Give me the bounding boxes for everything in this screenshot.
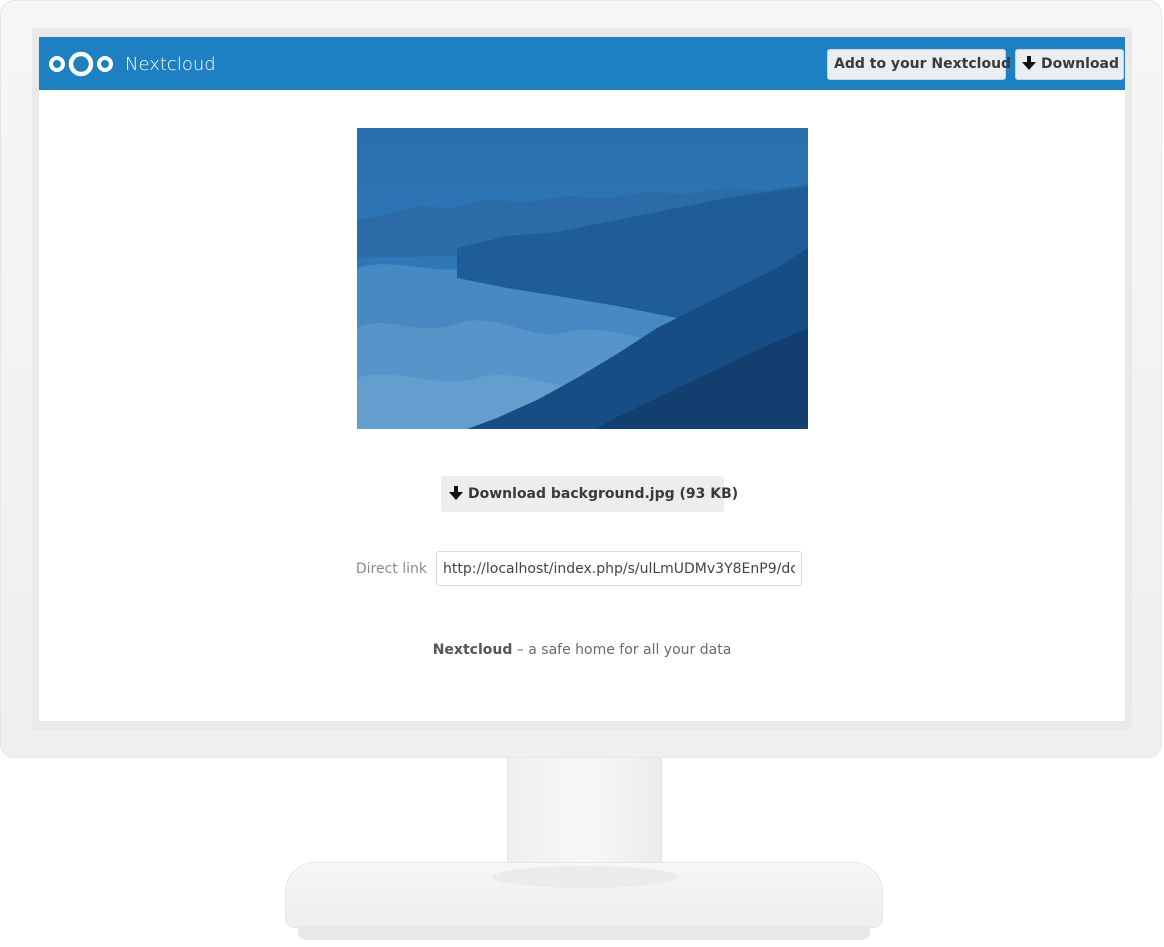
monitor-stand-joint [492, 866, 678, 888]
monitor-stand-neck [507, 758, 662, 876]
app-header: Nextcloud Add to your Nextcloud Download [39, 37, 1125, 90]
download-arrow-icon [1022, 56, 1036, 70]
footer-brand: Nextcloud [432, 642, 513, 658]
desktop-monitor-mockup: Nextcloud Add to your Nextcloud Download [0, 0, 1164, 947]
footer: Nextcloud – a safe home for all your dat… [39, 640, 1125, 660]
app-title: Nextcloud [125, 54, 216, 75]
download-arrow-icon [449, 486, 463, 500]
download-button[interactable]: Download [1015, 49, 1124, 80]
mountain-landscape-image [357, 128, 808, 429]
direct-link-input[interactable] [436, 551, 802, 586]
monitor-stand-foot [298, 926, 870, 940]
browser-screen: Nextcloud Add to your Nextcloud Download [39, 37, 1125, 721]
download-file-label: Download background.jpg (93 KB) [468, 486, 739, 502]
download-button-label: Download [1041, 56, 1120, 72]
direct-link-label: Direct link [355, 561, 427, 577]
image-preview[interactable] [357, 128, 808, 429]
nextcloud-logo-icon[interactable] [47, 50, 115, 78]
download-file-button[interactable]: Download background.jpg (93 KB) [441, 476, 738, 512]
add-to-nextcloud-button[interactable]: Add to your Nextcloud [827, 49, 1011, 80]
add-to-nextcloud-label: Add to your Nextcloud [834, 56, 1012, 72]
footer-tagline: – a safe home for all your data [512, 642, 732, 658]
